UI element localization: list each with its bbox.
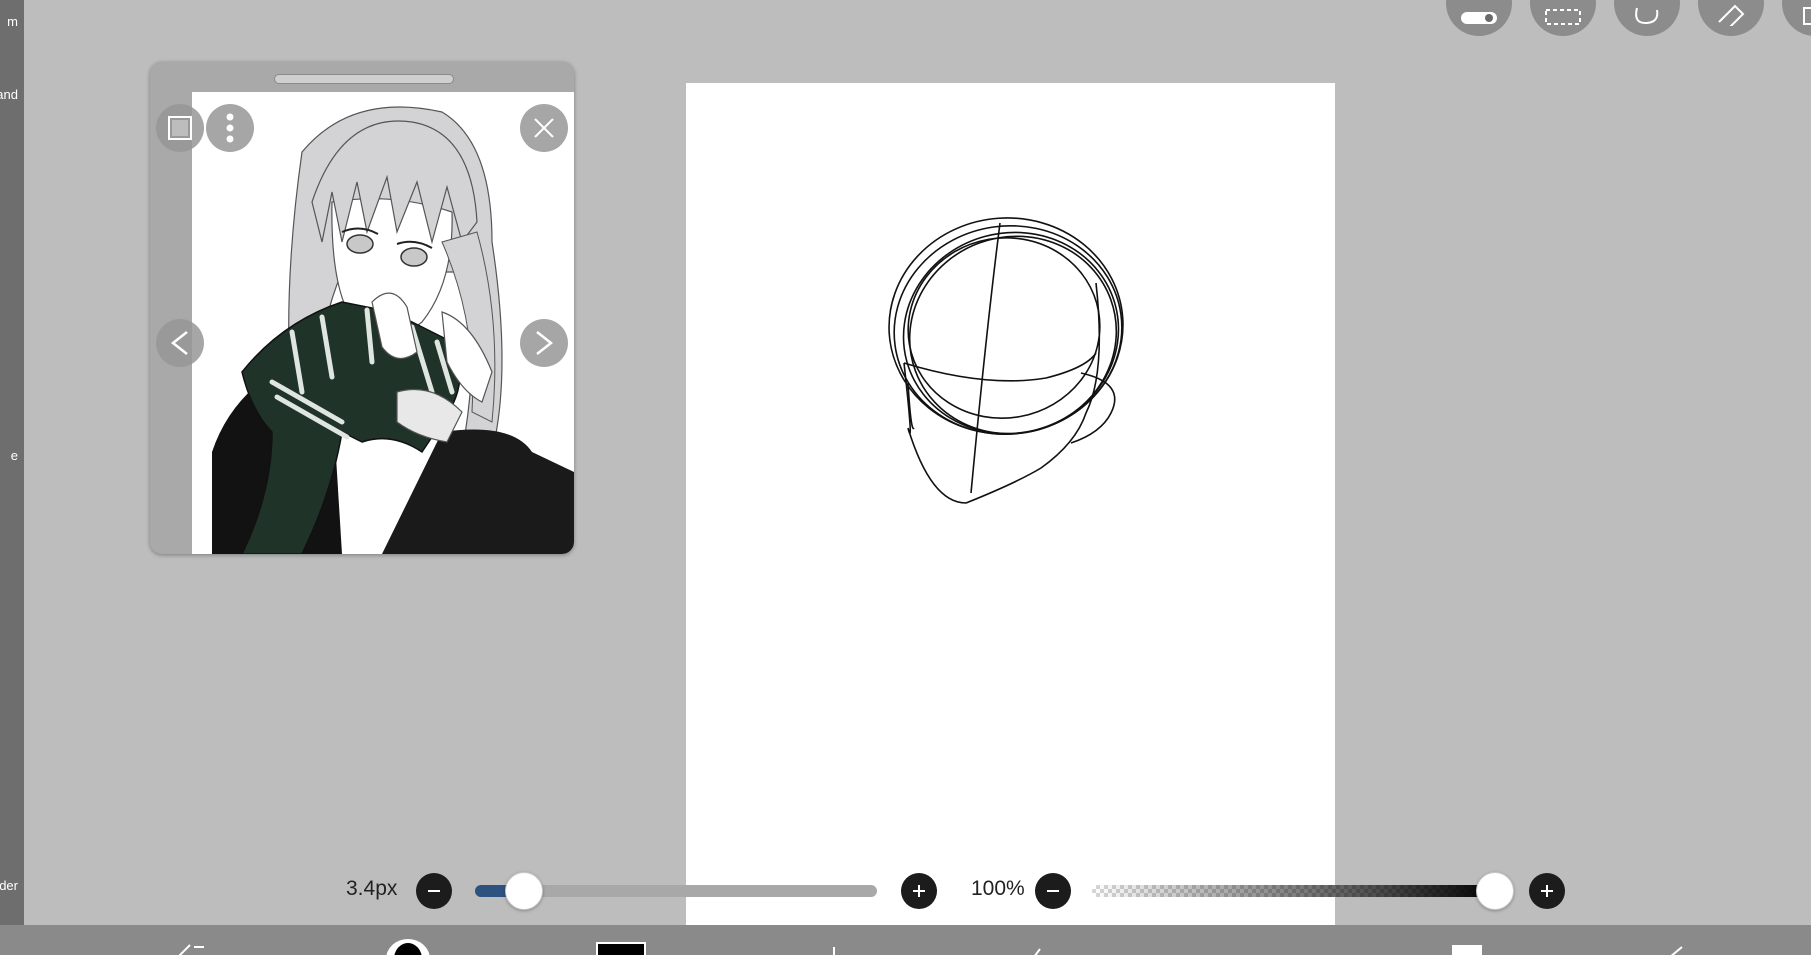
toggle-button[interactable] — [1446, 0, 1512, 36]
plus-icon — [1541, 885, 1553, 897]
more-options-button[interactable] — [206, 104, 254, 152]
toggle-icon — [1461, 12, 1497, 24]
close-button[interactable] — [520, 104, 568, 152]
reference-image — [192, 92, 574, 554]
drawing-app: m and e der — [0, 0, 1811, 955]
square-icon — [168, 116, 192, 140]
close-icon — [534, 118, 554, 138]
layer-icon — [1803, 7, 1811, 25]
brush-size-increase-button[interactable] — [901, 873, 937, 909]
opacity-thumb[interactable] — [1475, 872, 1514, 910]
side-label: m — [7, 14, 18, 29]
opacity-value: 100% — [971, 877, 1025, 900]
opacity-decrease-button[interactable] — [1035, 873, 1071, 909]
next-image-button[interactable] — [520, 319, 568, 367]
lasso-icon — [1635, 7, 1659, 25]
opacity-slider[interactable] — [1092, 885, 1498, 897]
selection-icon — [1545, 9, 1581, 25]
side-panel-edge: m and e der — [0, 0, 24, 925]
brush-size-decrease-button[interactable] — [416, 873, 452, 909]
side-label: der — [0, 878, 18, 893]
undo-icon — [178, 944, 204, 955]
selection-button[interactable] — [1530, 0, 1596, 36]
brush-size-value: 3.4px — [346, 877, 398, 900]
drawing-canvas[interactable] — [686, 83, 1335, 948]
opacity-increase-button[interactable] — [1529, 873, 1565, 909]
minus-icon — [428, 890, 440, 892]
pen-icon — [1034, 948, 1041, 955]
chevron-left-icon — [170, 331, 188, 355]
layers-icon — [1452, 945, 1482, 955]
layer-button[interactable] — [1782, 0, 1811, 36]
lasso-button[interactable] — [1614, 0, 1680, 36]
plus-icon — [913, 885, 925, 897]
sketch — [888, 217, 1124, 504]
ruler-button[interactable] — [1698, 0, 1764, 36]
brush-size-thumb[interactable] — [505, 872, 544, 910]
bottom-toolbar — [0, 925, 1811, 955]
color-swatch-icon — [596, 942, 646, 955]
back-icon — [1670, 946, 1683, 955]
minus-icon — [1047, 890, 1059, 892]
previous-image-button[interactable] — [156, 319, 204, 367]
side-label: e — [10, 448, 18, 463]
drag-handle[interactable] — [274, 74, 454, 84]
ruler-icon — [1718, 4, 1745, 26]
reference-window[interactable] — [150, 62, 574, 554]
side-label: and — [0, 87, 18, 102]
frame-toggle-button[interactable] — [156, 104, 204, 152]
more-vertical-icon — [226, 113, 234, 143]
chevron-right-icon — [536, 331, 554, 355]
